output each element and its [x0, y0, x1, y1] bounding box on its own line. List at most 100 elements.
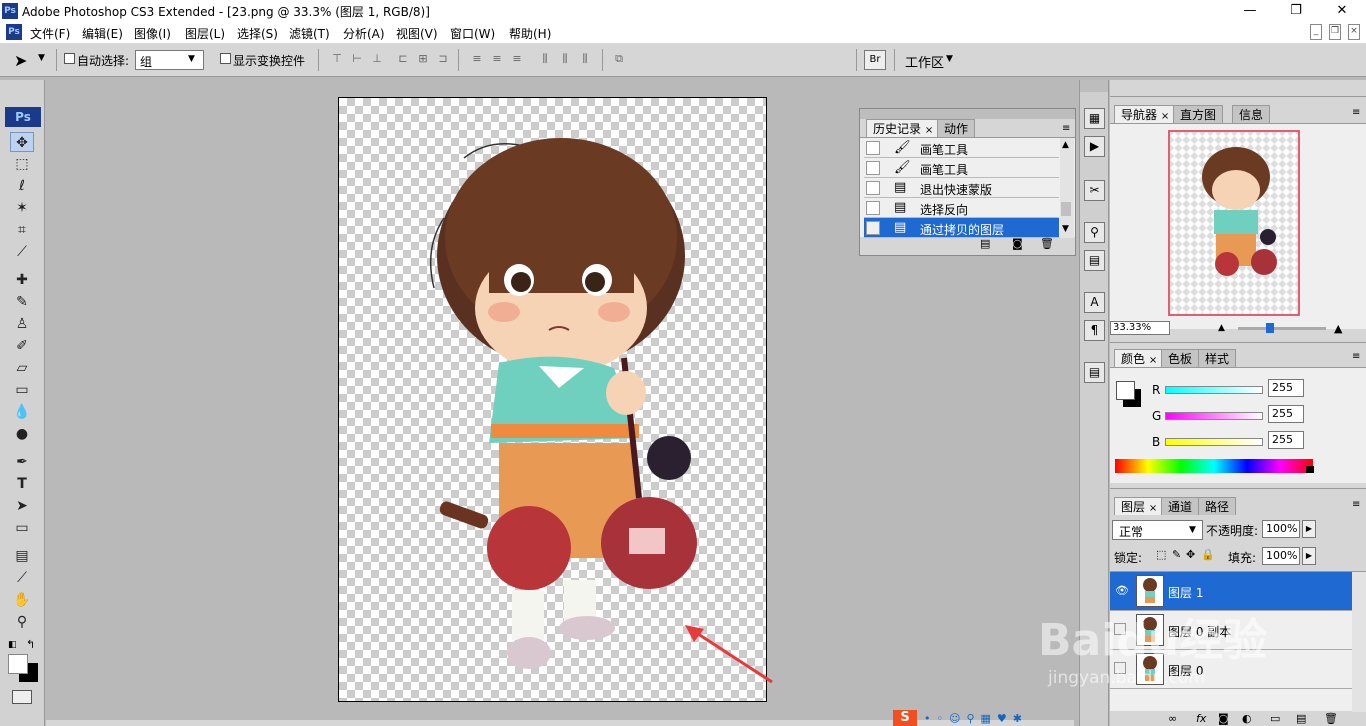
healing-brush-icon[interactable]: ✚ — [10, 270, 34, 290]
type-tool-icon[interactable]: T — [10, 474, 34, 494]
scroll-thumb[interactable] — [1061, 202, 1071, 216]
fill-arrow-icon[interactable]: ▶ — [1302, 547, 1316, 565]
menu-view[interactable]: 视图(V) — [396, 25, 438, 42]
scroll-up-icon[interactable]: ▲ — [1062, 140, 1069, 150]
close-icon[interactable]: × — [1161, 111, 1169, 122]
zoom-slider-track[interactable] — [1238, 327, 1326, 330]
tab-navigator[interactable]: 导航器 × — [1114, 105, 1177, 123]
snapshot-box[interactable] — [866, 141, 880, 155]
zoom-tool-icon[interactable]: ⚲ — [10, 612, 34, 632]
history-state-marker[interactable] — [866, 221, 880, 235]
tool-preset-chevron-icon[interactable]: ▼ — [38, 53, 45, 63]
zoom-out-icon[interactable]: ▲ — [1218, 323, 1225, 333]
tools-dock-icon[interactable]: ✂ — [1084, 180, 1105, 201]
tab-layers[interactable]: 图层 × — [1114, 497, 1165, 515]
distribute-left-icon[interactable]: ⫼ — [536, 52, 554, 68]
eraser-tool-icon[interactable]: ▱ — [10, 358, 34, 378]
menu-window[interactable]: 窗口(W) — [450, 25, 495, 42]
bridge-icon[interactable]: Br — [864, 50, 886, 70]
auto-align-layers-icon[interactable]: ⧉ — [610, 52, 628, 68]
gradient-tool-icon[interactable]: ▭ — [10, 380, 34, 400]
hand-tool-icon[interactable]: ✋ — [10, 590, 34, 610]
tab-histogram[interactable]: 直方图 — [1173, 105, 1224, 123]
black-swatch[interactable] — [1306, 466, 1314, 473]
show-transform-checkbox[interactable] — [220, 53, 231, 67]
marquee-tool-icon[interactable]: ⬚ — [10, 154, 34, 174]
tab-swatches[interactable]: 色板 — [1161, 349, 1200, 367]
minimize-button[interactable]: — — [1230, 1, 1270, 21]
zoom-slider-thumb[interactable] — [1266, 323, 1274, 333]
snapshot-box[interactable] — [866, 161, 880, 175]
panel-grip[interactable] — [860, 109, 1075, 119]
panel-menu-icon[interactable]: ≡ — [1352, 351, 1360, 362]
workspace-chevron-icon[interactable]: ▼ — [946, 54, 953, 64]
quick-mask-icon[interactable] — [12, 690, 32, 704]
red-slider[interactable] — [1165, 386, 1263, 394]
close-button[interactable]: ✕ — [1322, 1, 1362, 21]
history-scrollbar[interactable]: ▲ ▼ — [1060, 138, 1074, 238]
tab-color[interactable]: 颜色 × — [1114, 349, 1165, 367]
blur-tool-icon[interactable]: 💧 — [10, 402, 34, 422]
doc-close-button[interactable]: × — [1348, 24, 1360, 40]
red-input[interactable]: 255 — [1268, 379, 1304, 397]
sogou-ime-icon[interactable]: S — [893, 710, 917, 726]
panel-menu-icon[interactable]: ≡ — [1352, 499, 1360, 510]
foreground-color-swatch[interactable] — [1116, 381, 1135, 400]
menu-file[interactable]: 文件(F) — [30, 25, 70, 42]
pen-tool-icon[interactable]: ✒ — [10, 452, 34, 472]
brush-tool-icon[interactable]: ✎ — [10, 292, 34, 312]
tab-actions[interactable]: 动作 — [937, 119, 976, 137]
snapshot-box[interactable] — [866, 181, 880, 195]
default-colors-icon[interactable]: ◧ — [8, 640, 17, 650]
history-item-selected[interactable]: ▤ 通过拷贝的图层 — [864, 218, 1059, 238]
distribute-vcenter-icon[interactable]: ≡ — [488, 52, 506, 68]
tab-info[interactable]: 信息 — [1232, 105, 1271, 123]
trash-icon[interactable]: 🗑 — [1040, 237, 1054, 250]
lasso-tool-icon[interactable]: ℓ — [10, 176, 34, 196]
layer-comps-dock-icon[interactable]: ▤ — [1084, 250, 1105, 271]
fx-icon[interactable]: fx — [1196, 712, 1206, 725]
auto-select-dropdown[interactable]: 组 ▼ — [135, 50, 204, 70]
color-spectrum-bar[interactable] — [1115, 459, 1313, 473]
new-layer-icon[interactable]: ▤ — [1296, 712, 1306, 725]
lock-transparency-icon[interactable]: ⬚ — [1156, 548, 1166, 561]
scroll-down-icon[interactable]: ▼ — [1062, 224, 1069, 234]
align-vcenter-icon[interactable]: ⊢ — [348, 52, 366, 68]
opacity-arrow-icon[interactable]: ▶ — [1302, 520, 1316, 538]
crop-tool-icon[interactable]: ⌗ — [10, 220, 34, 240]
foreground-color-swatch[interactable] — [8, 654, 28, 674]
history-brush-icon[interactable]: ✐ — [10, 336, 34, 356]
paragraph-dock-icon[interactable]: ¶ — [1084, 320, 1105, 341]
tab-styles[interactable]: 样式 — [1198, 349, 1237, 367]
snapshot-box[interactable] — [866, 201, 880, 215]
new-snapshot-icon[interactable]: ◙ — [1012, 237, 1023, 250]
blue-input[interactable]: 255 — [1268, 431, 1304, 449]
ime-toolbar-icons[interactable]: •◦☺⚲▦♥✱ — [924, 712, 1070, 726]
panel-menu-icon[interactable]: ≡ — [1062, 123, 1070, 134]
distribute-bottom-icon[interactable]: ≡ — [508, 52, 526, 68]
character-dock-icon[interactable]: A — [1084, 292, 1105, 313]
add-mask-icon[interactable]: ◙ — [1218, 712, 1229, 725]
zoom-input[interactable]: 33.33% — [1110, 321, 1170, 335]
distribute-hcenter-icon[interactable]: ⫼ — [556, 52, 574, 68]
tab-paths[interactable]: 路径 — [1198, 497, 1237, 515]
adjustment-layer-icon[interactable]: ◐ — [1242, 712, 1252, 725]
align-top-icon[interactable]: ⊤ — [328, 52, 346, 68]
eye-icon[interactable]: 👁 — [1115, 584, 1129, 597]
close-icon[interactable]: × — [1149, 355, 1157, 366]
layers-scrollbar[interactable] — [1352, 572, 1366, 712]
play-dock-icon[interactable]: ▶ — [1084, 136, 1105, 157]
slice-tool-icon[interactable]: ⟋ — [10, 242, 34, 262]
lock-image-icon[interactable]: ✎ — [1172, 548, 1181, 561]
blend-mode-dropdown[interactable]: 正常 ▼ — [1112, 520, 1203, 540]
history-item[interactable]: ▤ 选择反向 — [864, 198, 1059, 218]
distribute-right-icon[interactable]: ⫼ — [576, 52, 594, 68]
green-input[interactable]: 255 — [1268, 405, 1304, 423]
align-right-icon[interactable]: ⊐ — [434, 52, 452, 68]
doc-restore-button[interactable]: ❐ — [1329, 24, 1341, 40]
history-item[interactable]: ▤ 退出快速蒙版 — [864, 178, 1059, 198]
trash-icon[interactable]: 🗑 — [1324, 712, 1338, 725]
distribute-top-icon[interactable]: ≡ — [468, 52, 486, 68]
menu-image[interactable]: 图像(I) — [134, 25, 171, 42]
zoom-in-icon[interactable]: ▲ — [1334, 322, 1342, 335]
